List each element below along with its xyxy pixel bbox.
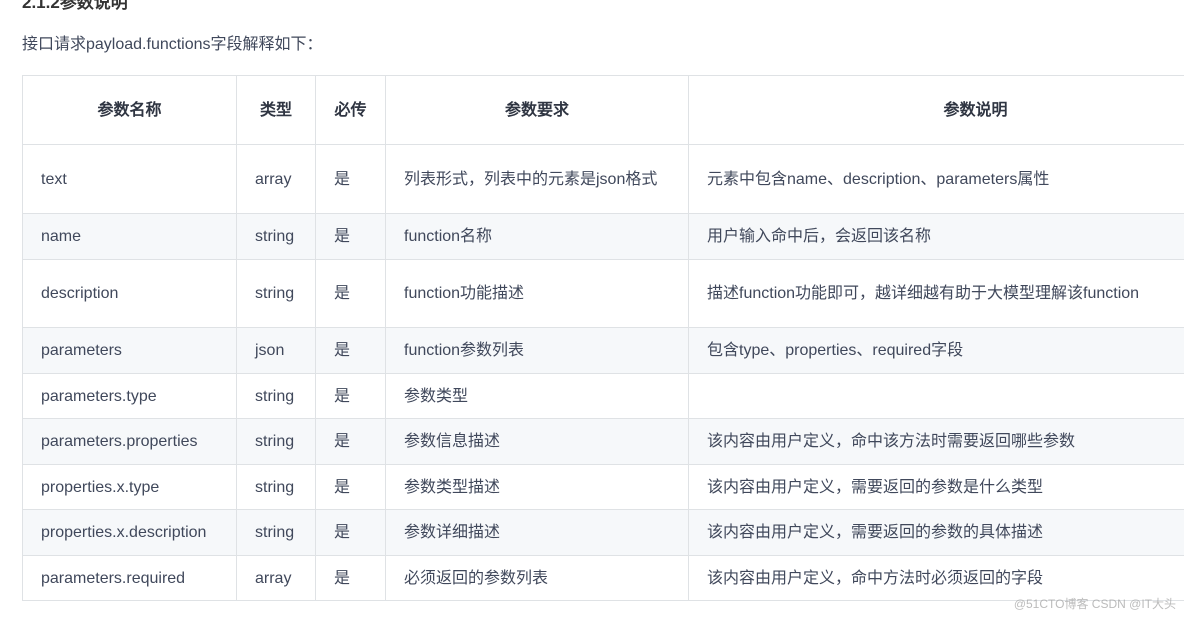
cell-type: string <box>236 509 316 556</box>
cell-requirement: 参数类型描述 <box>385 464 689 510</box>
cell-param-name: parameters.type <box>22 373 237 419</box>
cell-requirement: 必须返回的参数列表 <box>385 555 689 601</box>
cell-type: string <box>236 418 316 465</box>
cell-type: string <box>236 259 316 328</box>
header-requirement: 参数要求 <box>385 75 689 145</box>
cell-type: string <box>236 213 316 260</box>
cell-param-name: name <box>22 213 237 260</box>
cell-description <box>688 373 1184 419</box>
cell-type: array <box>236 555 316 601</box>
table-row: description string 是 function功能描述 描述function… <box>22 259 1184 328</box>
cell-description: 该内容由用户定义，命中方法时必须返回的字段 <box>688 555 1184 601</box>
section-heading: 2.1.2参数说明 <box>22 0 128 12</box>
cell-requirement: function功能描述 <box>385 259 689 328</box>
cell-type: json <box>236 327 316 374</box>
header-required: 必传 <box>315 75 386 145</box>
cell-param-name: properties.x.description <box>22 509 237 556</box>
table-row: parameters.properties string 是参数信息描述 该内容由用户… <box>22 418 1184 465</box>
cell-requirement: function名称 <box>385 213 689 260</box>
cell-param-name: parameters.required <box>22 555 237 601</box>
cell-description: 元素中包含name、description、parameters属性 <box>688 144 1184 214</box>
cell-description: 该内容由用户定义，命中该方法时需要返回哪些参数 <box>688 418 1184 465</box>
table-row: name string 是 function名称 用户输入命中后，会返回该名称 <box>22 213 1184 260</box>
cell-param-name: properties.x.type <box>22 464 237 510</box>
cell-description: 用户输入命中后，会返回该名称 <box>688 213 1184 260</box>
cell-param-name: parameters.properties <box>22 418 237 465</box>
table-row: text array 是列表形式，列表中的元素是json格式 元素中包含name、de… <box>22 144 1184 214</box>
cell-required: 是 <box>315 213 386 260</box>
cell-requirement: 列表形式，列表中的元素是json格式 <box>385 144 689 214</box>
cell-requirement: function参数列表 <box>385 327 689 374</box>
table-row: parameters.required array 是必须返回的参数列表 该内容由用户… <box>22 555 1184 601</box>
cell-required: 是 <box>315 509 386 556</box>
cell-description: 该内容由用户定义，需要返回的参数的具体描述 <box>688 509 1184 556</box>
cell-requirement: 参数详细描述 <box>385 509 689 556</box>
cell-type: string <box>236 373 316 419</box>
cell-param-name: text <box>22 144 237 214</box>
cell-description: 描述function功能即可，越详细越有助于大模型理解该function <box>688 259 1184 328</box>
cell-type: array <box>236 144 316 214</box>
header-type: 类型 <box>236 75 316 145</box>
table-row: properties.x.description string 是参数详细描述 该内容… <box>22 509 1184 556</box>
cell-required: 是 <box>315 144 386 214</box>
cell-type: string <box>236 464 316 510</box>
table-header-row: 参数名称 类型 必传 参数要求 参数说明 <box>22 75 1184 145</box>
cell-required: 是 <box>315 373 386 419</box>
cell-param-name: parameters <box>22 327 237 374</box>
cell-requirement: 参数类型 <box>385 373 689 419</box>
table-row: properties.x.type string 是参数类型描述 该内容由用户定义，需… <box>22 464 1184 510</box>
cell-required: 是 <box>315 327 386 374</box>
parameters-table: 参数名称 类型 必传 参数要求 参数说明 text array 是列表形式，列表中的… <box>22 75 1184 601</box>
intro-text: 接口请求payload.functions字段解释如下： <box>22 36 323 53</box>
cell-required: 是 <box>315 464 386 510</box>
header-param-name: 参数名称 <box>22 75 237 145</box>
cell-required: 是 <box>315 418 386 465</box>
cell-required: 是 <box>315 555 386 601</box>
cell-param-name: description <box>22 259 237 328</box>
watermark: @51CTO博客 CSDN @IT大头 <box>1013 597 1176 611</box>
header-description: 参数说明 <box>688 75 1184 145</box>
cell-requirement: 参数信息描述 <box>385 418 689 465</box>
table-row: parameters.type string 是参数类型 <box>22 373 1184 419</box>
cell-required: 是 <box>315 259 386 328</box>
cell-description: 该内容由用户定义，需要返回的参数是什么类型 <box>688 464 1184 510</box>
cell-description: 包含type、properties、required字段 <box>688 327 1184 374</box>
table-row: parameters json 是 function参数列表 包含type、proper… <box>22 327 1184 374</box>
